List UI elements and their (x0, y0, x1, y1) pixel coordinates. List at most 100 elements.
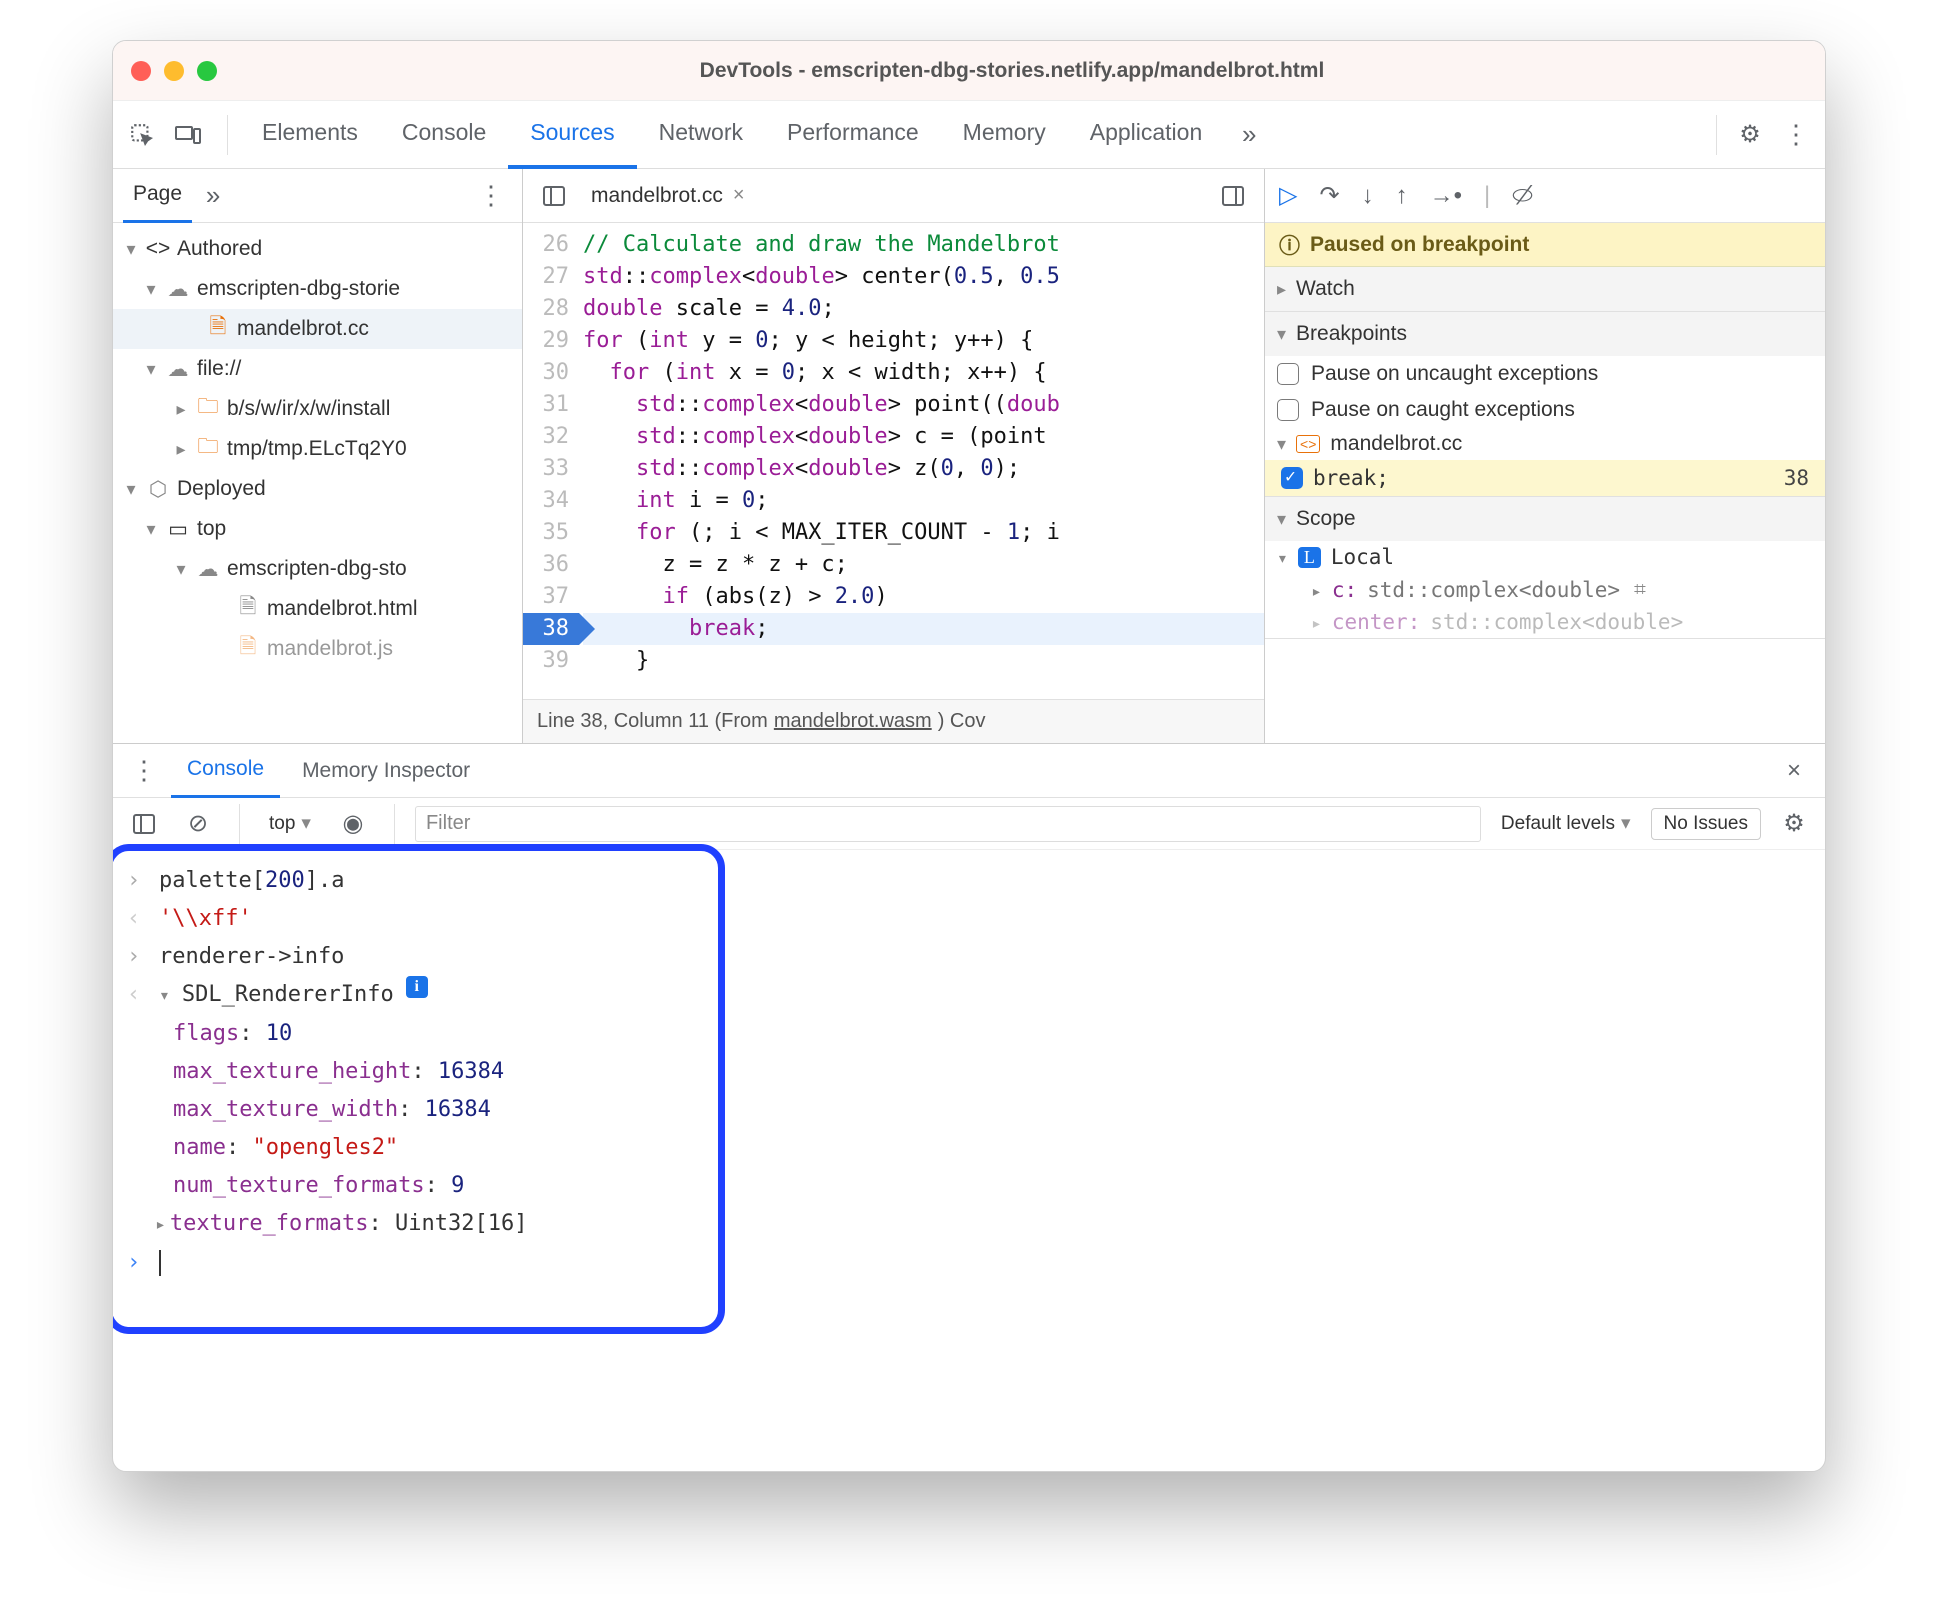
code-lines[interactable]: // Calculate and draw the Mandelbrotstd:… (579, 223, 1264, 699)
devtools-window: DevTools - emscripten-dbg-stories.netlif… (112, 40, 1826, 1472)
settings-gear-icon[interactable] (1729, 114, 1771, 156)
tree-folder[interactable]: 🗀b/s/w/ir/x/w/install (113, 389, 522, 429)
breakpoint-checkbox[interactable] (1281, 467, 1303, 489)
more-menu-icon[interactable] (123, 750, 165, 792)
navigator-tab-page[interactable]: Page (123, 169, 192, 223)
tree-domain[interactable]: ☁emscripten-dbg-sto (113, 549, 522, 589)
drawer-tab-console[interactable]: Console (171, 744, 280, 798)
tree-file-js[interactable]: 🗎mandelbrot.js (113, 629, 522, 669)
tree-file-mandelbrot-cc[interactable]: 🗎mandelbrot.cc (113, 309, 522, 349)
close-tab-icon[interactable]: × (733, 184, 745, 207)
execution-context-selector[interactable]: top ▾ (260, 809, 320, 838)
chevron-down-icon[interactable] (159, 976, 170, 1015)
toggle-debugger-icon[interactable] (1212, 175, 1254, 217)
chevron-right-icon (173, 437, 189, 461)
step-button[interactable]: →• (1430, 182, 1462, 210)
caught-exceptions-checkbox[interactable] (1277, 399, 1299, 421)
device-toolbar-icon[interactable] (167, 114, 209, 156)
separator (227, 115, 228, 155)
close-drawer-icon[interactable]: × (1773, 750, 1815, 792)
tree-group-authored[interactable]: <>Authored (113, 229, 522, 269)
console-input-row: ›palette[200].a (127, 862, 1811, 900)
tree-folder[interactable]: 🗀tmp/tmp.ELcTq2Y0 (113, 429, 522, 469)
scope-variable[interactable]: c: std::complex<double>⌗ (1265, 573, 1825, 606)
editor-tab-mandelbrot-cc[interactable]: mandelbrot.cc × (585, 184, 751, 208)
toggle-console-sidebar-icon[interactable] (123, 803, 165, 845)
paused-banner: ⓘ Paused on breakpoint (1265, 223, 1825, 267)
tab-memory[interactable]: Memory (941, 101, 1068, 169)
chevron-down-icon (173, 557, 189, 581)
issues-button[interactable]: No Issues (1651, 808, 1761, 840)
tab-performance[interactable]: Performance (765, 101, 941, 169)
step-over-button[interactable]: ↷ (1319, 181, 1339, 210)
uncaught-exceptions-checkbox[interactable] (1277, 363, 1299, 385)
output-arrow-icon: ‹ (127, 900, 147, 938)
log-levels-selector[interactable]: Default levels ▾ (1493, 812, 1639, 835)
editor-statusbar: Line 38, Column 11 (From mandelbrot.wasm… (523, 699, 1264, 743)
drawer-tabs: Console Memory Inspector × (113, 744, 1825, 798)
source-file-icon: <> (1296, 435, 1320, 453)
chevron-right-icon (1311, 610, 1322, 634)
info-icon: ⓘ (1279, 230, 1300, 260)
debugger-toolbar: ▷ ↷ ↓ ↑ →• | ⬭̸ (1265, 169, 1825, 223)
more-menu-icon[interactable] (1775, 114, 1817, 156)
tree-frame-top[interactable]: ▭top (113, 509, 522, 549)
scope-section: Scope LLocal c: std::complex<double>⌗ ce… (1265, 497, 1825, 639)
tab-sources[interactable]: Sources (508, 101, 636, 169)
close-window-button[interactable] (131, 61, 151, 81)
resume-button[interactable]: ▷ (1279, 181, 1297, 210)
console-object-property[interactable]: name: "opengles2" (173, 1129, 1811, 1167)
memory-icon[interactable]: ⌗ (1634, 577, 1646, 602)
tab-application[interactable]: Application (1068, 101, 1225, 169)
source-map-link[interactable]: mandelbrot.wasm (774, 710, 932, 733)
step-into-button[interactable]: ↓ (1362, 182, 1374, 210)
tab-console[interactable]: Console (380, 101, 508, 169)
minimize-window-button[interactable] (164, 61, 184, 81)
line-gutter[interactable]: 2627282930313233343536373839 (523, 223, 579, 699)
console-object-property[interactable]: texture_formats: Uint32[16] (173, 1205, 1811, 1244)
console-object-property[interactable]: max_texture_width: 16384 (173, 1091, 1811, 1129)
inspect-element-icon[interactable] (121, 114, 163, 156)
breakpoint-file-row[interactable]: <>mandelbrot.cc (1265, 428, 1825, 460)
chevron-down-icon (1277, 432, 1286, 456)
chevron-down-icon (123, 237, 139, 261)
zoom-window-button[interactable] (197, 61, 217, 81)
console-object-property[interactable]: flags: 10 (173, 1015, 1811, 1053)
chevron-down-icon (143, 357, 159, 381)
clear-console-icon[interactable]: ⊘ (177, 803, 219, 845)
file-tree: <>Authored ☁emscripten-dbg-storie 🗎mande… (113, 223, 522, 743)
console-output[interactable]: ›palette[200].a ‹'\\xff' ›renderer->info… (113, 850, 1825, 1471)
console-toolbar: ⊘ top ▾ ◉ Filter Default levels ▾ No Iss… (113, 798, 1825, 850)
console-filter-input[interactable]: Filter (415, 806, 1481, 842)
scope-variable[interactable]: center: std::complex<double> (1265, 606, 1825, 638)
tree-file-scheme[interactable]: ☁file:// (113, 349, 522, 389)
tree-file-html[interactable]: 🗎mandelbrot.html (113, 589, 522, 629)
more-menu-icon[interactable] (470, 175, 512, 217)
console-object-property[interactable]: max_texture_height: 16384 (173, 1053, 1811, 1091)
tab-network[interactable]: Network (637, 101, 765, 169)
chevron-down-icon (1277, 507, 1286, 531)
info-badge-icon[interactable]: i (406, 976, 428, 998)
drawer-tab-memory-inspector[interactable]: Memory Inspector (286, 744, 486, 798)
separator (1716, 115, 1717, 155)
breakpoint-row[interactable]: break;38 (1265, 460, 1825, 496)
step-out-button[interactable]: ↑ (1396, 182, 1408, 210)
console-output-row[interactable]: ‹ SDL_RendererInfo i (127, 976, 1811, 1015)
deactivate-breakpoints-button[interactable]: ⬭̸ (1512, 182, 1533, 210)
watch-section[interactable]: Watch (1265, 267, 1825, 312)
console-output-row: ‹'\\xff' (127, 900, 1811, 938)
overflow-icon[interactable] (192, 175, 234, 217)
console-object-property[interactable]: num_texture_formats: 9 (173, 1167, 1811, 1205)
console-settings-icon[interactable] (1773, 803, 1815, 845)
tree-group-deployed[interactable]: ⬡Deployed (113, 469, 522, 509)
console-prompt[interactable]: › (127, 1244, 1811, 1282)
tab-elements[interactable]: Elements (240, 101, 380, 169)
input-arrow-icon: › (127, 938, 147, 976)
code-area[interactable]: 2627282930313233343536373839 // Calculat… (523, 223, 1264, 699)
scope-local[interactable]: LLocal (1265, 541, 1825, 573)
window-title: DevTools - emscripten-dbg-stories.netlif… (217, 59, 1807, 83)
tree-domain[interactable]: ☁emscripten-dbg-storie (113, 269, 522, 309)
overflow-icon[interactable] (1228, 114, 1270, 156)
toggle-navigator-icon[interactable] (533, 175, 575, 217)
live-expression-icon[interactable]: ◉ (332, 803, 374, 845)
